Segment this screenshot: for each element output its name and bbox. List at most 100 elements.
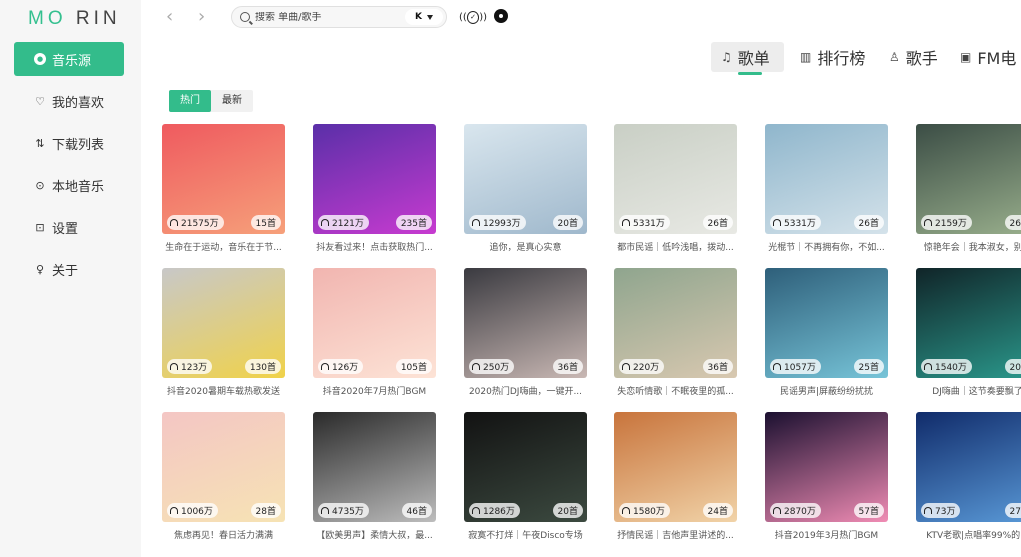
playlist-title: 光棍节｜不再拥有你，不如... [768,243,885,253]
play-count-badge: 1580万 [619,503,670,518]
playlist-card[interactable]: 1540万 20首 DJ嗨曲｜这节奏要飘了 [916,268,1021,397]
playlist-card[interactable]: 1057万 25首 民谣男声|屏蔽纷纷扰扰 [765,268,888,397]
track-count-badge: 130首 [244,359,281,374]
playlist-card[interactable]: 4735万 46首 【欧美男声】柔情大叔，最... [313,412,436,541]
play-count-badge: 1057万 [770,359,821,374]
radio-wave-icon[interactable]: ((✓)) [459,9,487,25]
sidebar-item-label: 设置 [52,221,79,237]
playlist-card[interactable]: 5331万 26首都市民谣｜低吟浅唱，拨动... [614,124,737,253]
play-count-badge: 5331万 [770,215,821,230]
playlist-card[interactable]: 12993万 20首 追你，是真心实意 [464,124,587,253]
chevron-down-icon [426,14,433,20]
search-input[interactable] [255,11,395,23]
play-count: 250万 [483,363,510,373]
playlist-title: 抖音2020年7月热门BGM [322,387,427,397]
sidebar-item-local-music[interactable]: ⊙ 本地音乐 [14,168,124,202]
playlist-card[interactable]: 123万 130首 抖音2020暑期车载热歌发送 [162,268,285,397]
playlist-title: DJ嗨曲｜这节奏要飘了 [932,387,1021,397]
sidebar-item-downloads[interactable]: ⇅ 下载列表 [14,126,124,160]
playlist-card[interactable]: 21575万 15首生命在于运动，音乐在于节... [162,124,285,253]
playlist-icon: ♫ [721,50,732,64]
track-count-badge: 26首 [702,215,733,230]
playlist-title: 抖音2020暑期车载热歌发送 [167,387,280,397]
headphones-icon [924,363,932,370]
play-count-badge: 21575万 [167,215,224,230]
track-count-badge: 25首 [853,359,884,374]
music-source-icon: ● [34,53,46,65]
playlist-cover: 1580万 24首 [614,412,737,522]
play-count: 5331万 [633,219,665,229]
playlist-cover: 1286万 20首 [464,412,587,522]
headphones-icon [773,363,781,370]
play-count-badge: 2159万 [921,215,972,230]
play-count: 1540万 [935,363,967,373]
track-count-badge: 36首 [552,359,583,374]
disc-icon[interactable] [494,9,508,23]
track-count-badge: 46首 [401,503,432,518]
source-select-label: K [415,12,422,22]
play-count-badge: 250万 [469,359,515,374]
tab-label: FM电 [977,49,1017,68]
playlist-cover: 21575万 15首 [162,124,285,234]
track-count-badge: 20首 [552,503,583,518]
tab-fm[interactable]: ▣ FM电 [960,42,1016,72]
play-count-badge: 1006万 [167,503,218,518]
playlist-card[interactable]: 73万 27首 KTV老歌|点唱率99%的... [916,412,1021,541]
playlist-card[interactable]: 220万 36首失恋听情歌｜不眠夜里的孤... [614,268,737,397]
sidebar-item-label: 音乐源 [52,53,92,69]
play-count: 1580万 [633,507,665,517]
play-count: 73万 [935,507,956,517]
source-select[interactable]: K [405,9,443,25]
sidebar-item-favorites[interactable]: ♡ 我的喜欢 [14,84,124,118]
tab-playlist[interactable]: ♫ 歌单 [711,42,784,72]
track-count-badge: 15首 [250,215,281,230]
play-count: 4735万 [332,507,364,517]
playlist-title: 失恋听情歌｜不眠夜里的孤... [617,387,734,397]
headphones-icon [170,363,178,370]
sidebar-item-settings[interactable]: ⊡ 设置 [14,210,124,244]
forward-arrow-icon[interactable]: › [198,6,205,27]
playlist-cover: 2159万 26首 [916,124,1021,234]
tab-charts[interactable]: ▥ 排行榜 [800,42,865,72]
sidebar-item-music-source[interactable]: ● 音乐源 [14,42,124,76]
tab-label: 排行榜 [817,49,866,68]
headphones-icon [472,507,480,514]
track-count-badge: 36首 [702,359,733,374]
tab-label: 歌单 [737,49,770,68]
playlist-card[interactable]: 2121万 235首抖友看过来！点击获取热门... [313,124,436,253]
playlist-card[interactable]: 1006万 28首 焦虑再见！春日活力满满 [162,412,285,541]
playlist-cover: 73万 27首 [916,412,1021,522]
playlist-card[interactable]: 1580万 24首 抒情民谣｜吉他声里讲述的... [614,412,737,541]
sub-tab-hot[interactable]: 热门 [169,90,211,112]
sub-tab-new[interactable]: 最新 [211,90,253,112]
sidebar-item-label: 关于 [52,263,79,279]
play-count-badge: 220万 [619,359,665,374]
sidebar-item-about[interactable]: ♀ 关于 [14,252,124,286]
play-count: 1057万 [784,363,816,373]
back-arrow-icon[interactable]: ‹ [166,6,173,27]
track-count-badge: 57首 [853,503,884,518]
playlist-title: 生命在于运动，音乐在于节... [165,243,282,253]
track-count-badge: 28首 [250,503,281,518]
playlist-title: 都市民谣｜低吟浅唱，拨动... [617,243,734,253]
play-count: 21575万 [181,219,219,229]
playlist-cover: 5331万 26首 [765,124,888,234]
playlist-card[interactable]: 5331万 26首光棍节｜不再拥有你，不如... [765,124,888,253]
playlist-card[interactable]: 126万 105首 抖音2020年7月热门BGM [313,268,436,397]
search-bar: K [231,6,447,28]
playlist-card[interactable]: 1286万 20首 寂寞不打烊｜午夜Disco专场 [464,412,587,541]
headphones-icon [622,219,630,226]
playlist-cover: 2121万 235首 [313,124,436,234]
track-count-badge: 26首 [1004,215,1021,230]
play-count-badge: 126万 [318,359,364,374]
tab-singers[interactable]: ♙ 歌手 [889,42,938,72]
play-count: 12993万 [483,219,521,229]
track-count-badge: 26首 [853,215,884,230]
local-music-icon: ⊙ [35,178,45,192]
playlist-title: 抖友看过来！点击获取热门... [316,243,433,253]
playlist-cover: 250万 36首 [464,268,587,378]
playlist-card[interactable]: 250万 36首 2020热门DJ嗨曲，一键开... [464,268,587,397]
playlist-card[interactable]: 2159万 26首惊艳年会｜我本淑女，别... [916,124,1021,253]
sidebar-item-label: 本地音乐 [52,179,105,195]
playlist-card[interactable]: 2870万 57首 抖音2019年3月热门BGM [765,412,888,541]
